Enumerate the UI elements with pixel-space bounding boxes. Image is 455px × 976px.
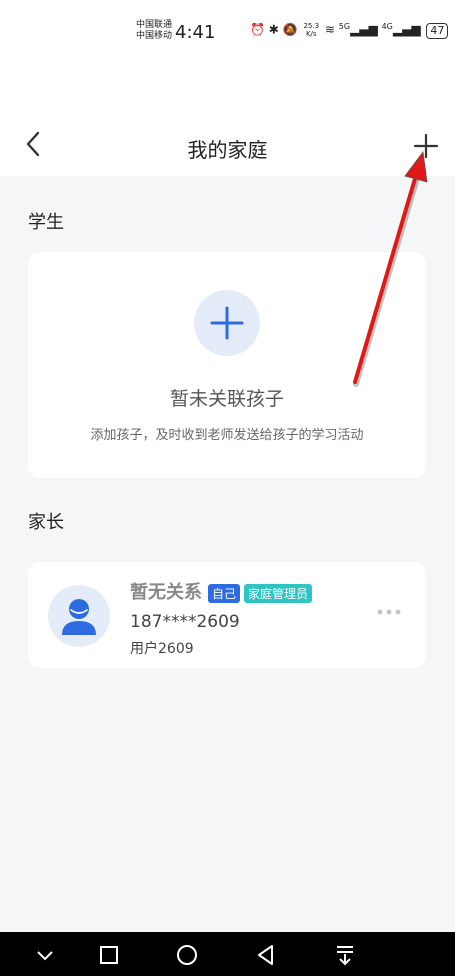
- square-icon: [100, 946, 118, 964]
- bluetooth-icon: ✱: [268, 22, 279, 37]
- carrier-info: 中国联通 中国移动: [136, 20, 172, 42]
- carrier-1: 中国联通: [136, 20, 173, 30]
- signal-2-label: 4G: [381, 22, 393, 31]
- parent-list-item[interactable]: 暂无关系 自己 家庭管理员 187****2609 用户2609: [28, 562, 426, 668]
- plus-icon: [413, 133, 439, 159]
- plus-icon: [210, 306, 244, 340]
- recents-button[interactable]: [95, 942, 123, 968]
- chevron-down-icon: [37, 951, 53, 961]
- user-icon: [62, 599, 96, 635]
- triangle-left-icon: [258, 945, 273, 965]
- signal-1-label: 5G: [338, 22, 351, 31]
- more-options-button[interactable]: [376, 606, 402, 618]
- status-time: 4:41: [175, 22, 216, 43]
- pull-down-icon: [337, 946, 353, 966]
- parents-section-label: 家长: [28, 512, 64, 533]
- parent-phone: 187****2609: [130, 612, 240, 632]
- avatar: [48, 585, 110, 647]
- empty-description: 添加孩子，及时收到老师发送给孩子的学习活动: [90, 428, 364, 443]
- system-nav-bar: [0, 932, 455, 976]
- parent-relation-text: 暂无关系: [130, 582, 202, 603]
- signal-bars-icon: ▂▄▆: [392, 22, 421, 37]
- empty-title: 暂未关联孩子: [169, 388, 284, 410]
- net-speed-unit: K/s: [305, 30, 317, 38]
- parent-relation: 暂无关系 自己 家庭管理员: [130, 578, 313, 604]
- self-badge: 自己: [208, 583, 241, 603]
- net-speed: 25.3 K/s: [303, 22, 319, 38]
- battery-icon: 47: [426, 22, 449, 39]
- add-button[interactable]: [412, 132, 440, 160]
- page-header: 我的家庭: [0, 70, 455, 176]
- signal-bars-icon: ▂▄▆: [350, 22, 378, 37]
- status-icons: ⏰ ✱ 🔕 25.3 K/s ≋ 5G▂▄▆ 4G▂▄▆ 47: [250, 22, 449, 39]
- back-nav-button[interactable]: [252, 942, 280, 968]
- parent-username: 用户2609: [130, 641, 194, 657]
- circle-icon: [177, 945, 197, 965]
- students-empty-card: 暂未关联孩子 添加孩子，及时收到老师发送给孩子的学习活动: [28, 252, 426, 478]
- net-speed-value: 25.3: [303, 22, 320, 30]
- admin-badge: 家庭管理员: [244, 583, 313, 603]
- home-button[interactable]: [173, 942, 201, 968]
- more-icon: [377, 609, 401, 615]
- mute-icon: 🔕: [282, 22, 298, 37]
- status-bar: 中国联通 中国移动 4:41 ⏰ ✱ 🔕 25.3 K/s ≋ 5G▂▄▆ 4G▂…: [0, 0, 455, 70]
- add-child-button[interactable]: [194, 290, 260, 356]
- alarm-icon: ⏰: [250, 22, 265, 37]
- carrier-2: 中国移动: [136, 31, 173, 41]
- wifi-icon: ≋: [324, 22, 335, 37]
- collapse-button[interactable]: [31, 942, 59, 968]
- students-section-label: 学生: [28, 212, 64, 233]
- notification-pull-button[interactable]: [331, 942, 359, 968]
- page-title: 我的家庭: [187, 138, 268, 162]
